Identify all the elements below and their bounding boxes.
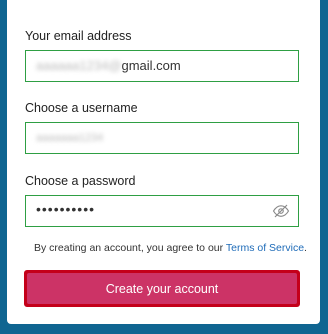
eye-slash-icon[interactable]: [272, 202, 290, 220]
create-account-button[interactable]: Create your account: [27, 273, 297, 304]
username-redacted-value: aaaaaaa1234: [36, 132, 104, 144]
password-label: Choose a password: [25, 174, 136, 188]
username-label: Choose a username: [25, 101, 138, 115]
terms-suffix: .: [304, 242, 307, 254]
email-label: Your email address: [25, 29, 132, 43]
terms-text: By creating an account, you agree to our: [34, 242, 226, 254]
create-account-button-frame: Create your account: [24, 270, 300, 307]
password-field[interactable]: ••••••••••: [25, 195, 299, 227]
email-field[interactable]: aaaaaa1234@gmail.com: [25, 50, 299, 82]
email-redacted-part: aaaaaa1234@: [36, 58, 122, 73]
email-value: aaaaaa1234@gmail.com: [36, 58, 181, 73]
terms-notice: By creating an account, you agree to our…: [34, 242, 307, 254]
terms-of-service-link[interactable]: Terms of Service: [226, 242, 304, 254]
email-domain: gmail.com: [121, 58, 181, 73]
username-field[interactable]: aaaaaaa1234: [25, 122, 299, 154]
password-mask: ••••••••••: [36, 201, 96, 217]
